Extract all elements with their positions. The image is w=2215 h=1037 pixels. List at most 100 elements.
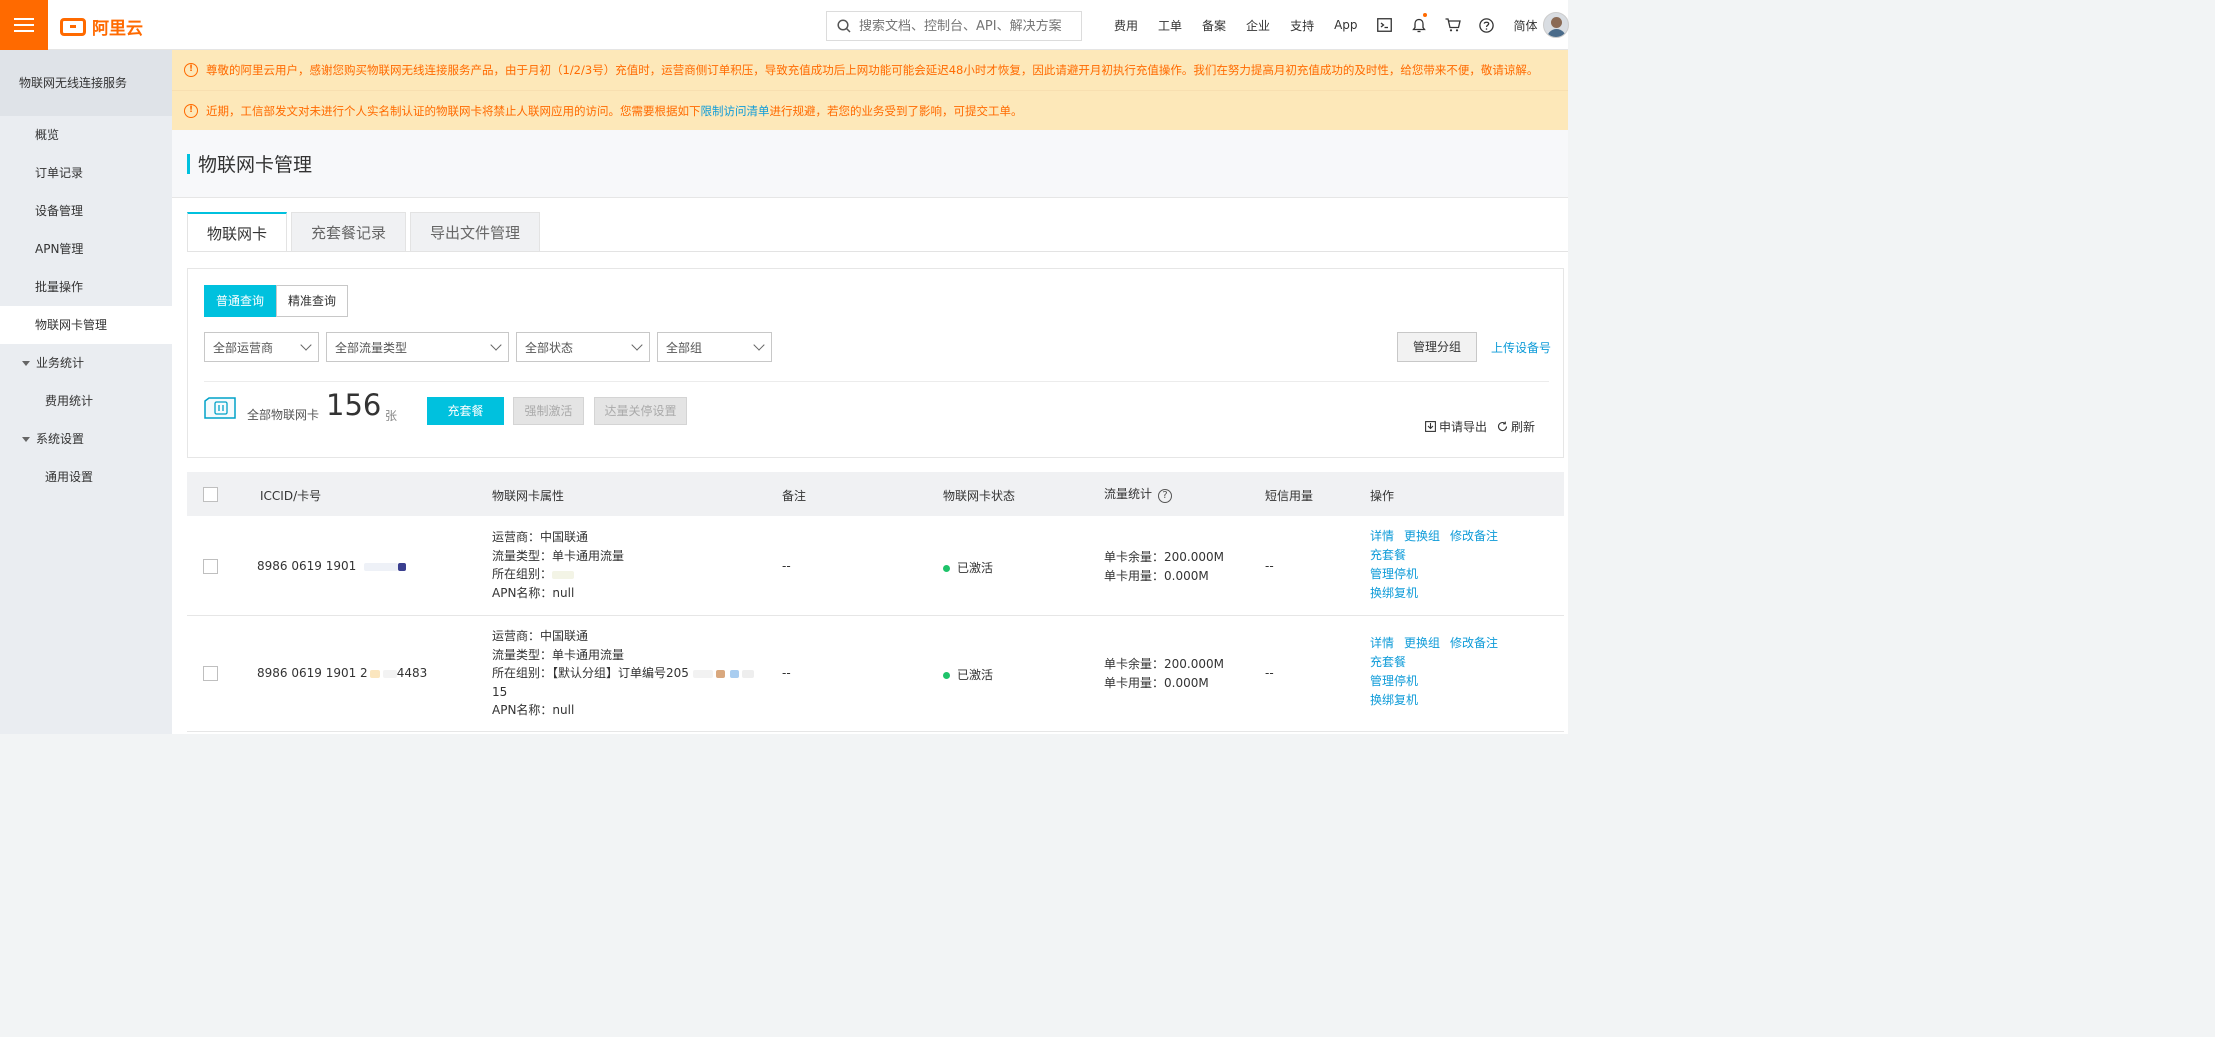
header-flow: 流量统计? (1104, 485, 1173, 503)
attributes-cell: 运营商：中国联通 流量类型：单卡通用流量 所在组别：【默认分组】订单编号205 … (492, 627, 754, 720)
caret-down-icon (22, 436, 30, 442)
detail-link[interactable]: 详情 (1370, 636, 1394, 650)
recharge-link[interactable]: 充套餐 (1370, 655, 1406, 669)
sidebar-group-settings[interactable]: 系统设置 (0, 420, 172, 458)
recharge-link[interactable]: 充套餐 (1370, 548, 1406, 562)
header-attributes: 物联网卡属性 (492, 489, 565, 503)
redaction-mask (741, 669, 754, 678)
actions-cell: 详情 更换组 修改备注 充套餐 管理停机 换绑复机 (1370, 527, 1508, 603)
normal-query-button[interactable]: 普通查询 (204, 285, 277, 317)
redaction-mask (552, 570, 575, 579)
search-input[interactable] (859, 18, 1069, 34)
actions-cell: 详情 更换组 修改备注 充套餐 管理停机 换绑复机 (1370, 634, 1508, 710)
chevron-down-icon (631, 339, 643, 351)
table-row: 8986 0619 1901 2 4483 运营商：中国联通 流量类型：单卡通用流… (187, 616, 1564, 732)
sidebar-item-general-settings[interactable]: 通用设置 (0, 458, 172, 496)
sidebar-item-devices[interactable]: 设备管理 (0, 192, 172, 230)
sim-card-icon (204, 397, 236, 419)
iccid-tail: 4483 (396, 666, 428, 680)
status-text: 已激活 (957, 668, 994, 682)
sidebar-product-title[interactable]: 物联网无线连接服务 (0, 50, 172, 116)
brand-name: 阿里云 (92, 19, 143, 39)
manage-group-button[interactable]: 管理分组 (1397, 332, 1478, 362)
refresh-button[interactable]: 刷新 (1497, 418, 1535, 435)
refresh-icon (1498, 421, 1508, 432)
tab-recharge-records[interactable]: 充套餐记录 (291, 212, 407, 252)
header-status: 物联网卡状态 (943, 489, 1016, 503)
search-box[interactable] (826, 11, 1082, 41)
select-all-checkbox[interactable] (203, 487, 218, 502)
aliyun-logo[interactable]: 阿里云 (60, 14, 143, 39)
select-value: 全部组 (666, 340, 703, 355)
group-text-continued: 15 (492, 684, 508, 699)
total-cards-count: 156 (326, 388, 382, 422)
terminal-icon[interactable] (1368, 0, 1402, 50)
flow-type-select[interactable]: 全部流量类型 (326, 332, 509, 362)
detail-link[interactable]: 详情 (1370, 529, 1394, 543)
notification-dot (1422, 13, 1427, 17)
used-text: 单卡用量：0.000M (1104, 569, 1209, 583)
edit-remark-link[interactable]: 修改备注 (1450, 529, 1498, 543)
redaction-mask (715, 669, 725, 678)
select-value: 全部运营商 (213, 340, 274, 355)
language-switch[interactable]: 简体 (1504, 17, 1548, 34)
row-checkbox[interactable] (203, 666, 218, 681)
help-icon[interactable]: ? (1158, 489, 1173, 503)
edit-remark-link[interactable]: 修改备注 (1450, 636, 1498, 650)
change-group-link[interactable]: 更换组 (1404, 636, 1440, 650)
tab-export-files[interactable]: 导出文件管理 (410, 212, 541, 252)
remain-text: 单卡余量：200.000M (1104, 550, 1224, 564)
force-activate-button[interactable]: 强制激活 (513, 397, 584, 425)
redaction-mask (398, 562, 407, 571)
notice-text: 尊敬的阿里云用户，感谢您购买物联网无线连接服务产品，由于月初（1/2/3号）充值… (206, 63, 1539, 77)
tab-iot-card[interactable]: 物联网卡 (187, 212, 288, 252)
status-select[interactable]: 全部状态 (516, 332, 650, 362)
avatar[interactable] (1543, 12, 1569, 38)
nav-app[interactable]: App (1324, 18, 1367, 32)
notice-text-after: 进行规避，若您的业务受到了影响，可提交工单。 (769, 103, 1023, 118)
upload-device-link[interactable]: 上传设备号 (1491, 339, 1551, 356)
status-dot-icon (943, 565, 950, 572)
sidebar-item-iot-card[interactable]: 物联网卡管理 (0, 306, 172, 344)
nav-billing[interactable]: 费用 (1104, 17, 1148, 34)
change-group-link[interactable]: 更换组 (1404, 529, 1440, 543)
table-row: 8986 0619 1901 运营商：中国联通 流量类型：单卡通用流量 所在组别… (187, 516, 1564, 616)
threshold-stop-button[interactable]: 达量关停设置 (594, 397, 687, 425)
nav-enterprise[interactable]: 企业 (1236, 17, 1280, 34)
sidebar: 物联网无线连接服务 概览 订单记录 设备管理 APN管理 批量操作 物联网卡管理… (0, 50, 172, 734)
carrier-text: 运营商：中国联通 (492, 530, 589, 544)
sidebar-item-overview[interactable]: 概览 (0, 116, 172, 154)
manage-suspend-link[interactable]: 管理停机 (1370, 567, 1418, 581)
nav-support[interactable]: 支持 (1280, 17, 1324, 34)
cart-icon[interactable] (1436, 0, 1470, 50)
export-button[interactable]: 申请导出 (1425, 418, 1487, 435)
recharge-button[interactable]: 充套餐 (427, 397, 504, 425)
rebind-resume-link[interactable]: 换绑复机 (1370, 693, 1418, 707)
sidebar-group-label: 业务统计 (36, 356, 85, 370)
group-select[interactable]: 全部组 (657, 332, 772, 362)
carrier-select[interactable]: 全部运营商 (204, 332, 319, 362)
sms-cell: -- (1265, 559, 1274, 573)
sidebar-group-stats[interactable]: 业务统计 (0, 344, 172, 382)
chevron-down-icon (490, 339, 502, 351)
nav-ticket[interactable]: 工单 (1148, 17, 1192, 34)
redaction-mask (692, 669, 713, 678)
sidebar-item-batch[interactable]: 批量操作 (0, 268, 172, 306)
redaction-mask (364, 562, 399, 571)
exact-query-button[interactable]: 精准查询 (276, 285, 349, 317)
remark-cell: -- (782, 666, 791, 680)
rebind-resume-link[interactable]: 换绑复机 (1370, 586, 1418, 600)
bell-icon[interactable] (1402, 0, 1436, 50)
nav-icp[interactable]: 备案 (1192, 17, 1236, 34)
restricted-list-link[interactable]: 限制访问清单 (701, 103, 770, 119)
help-icon[interactable] (1470, 0, 1504, 50)
row-checkbox[interactable] (203, 559, 218, 574)
sidebar-item-orders[interactable]: 订单记录 (0, 154, 172, 192)
manage-suspend-link[interactable]: 管理停机 (1370, 674, 1418, 688)
table-actions: 申请导出 刷新 (1425, 418, 1535, 435)
sidebar-item-cost-stats[interactable]: 费用统计 (0, 382, 172, 420)
iot-card-table: ICCID/卡号 物联网卡属性 备注 物联网卡状态 流量统计? 短信用量 操作 … (187, 472, 1564, 732)
apn-text: APN名称：null (492, 703, 575, 717)
menu-icon[interactable] (0, 0, 48, 50)
sidebar-item-apn[interactable]: APN管理 (0, 230, 172, 268)
